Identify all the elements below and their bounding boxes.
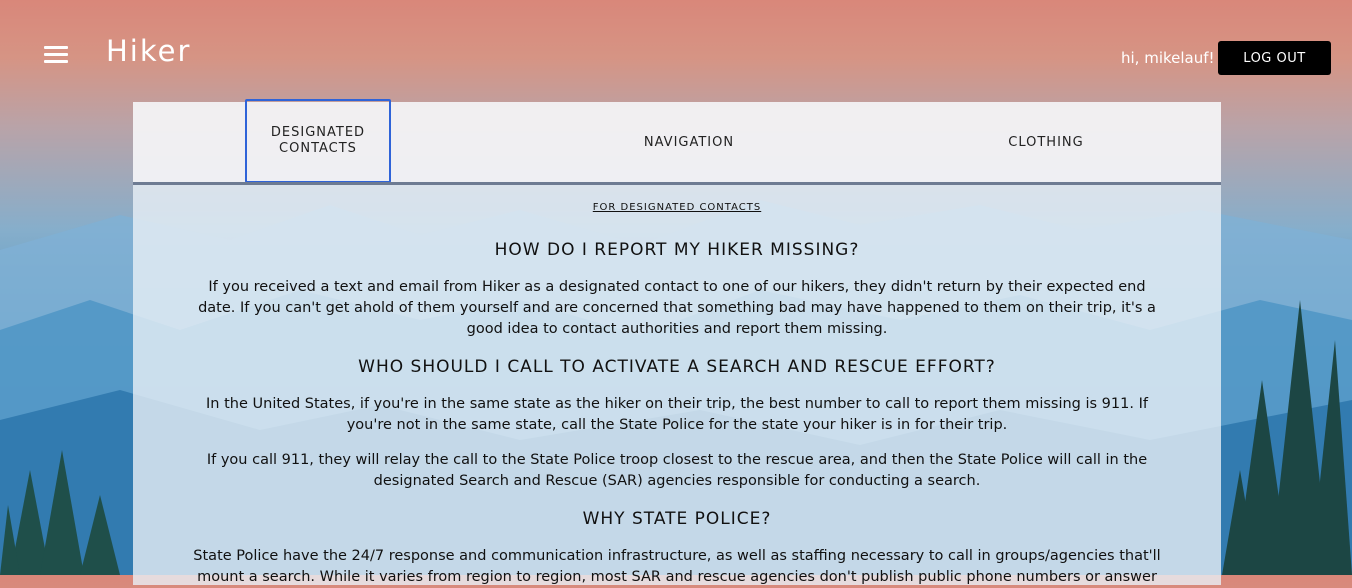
logout-button[interactable]: LOG OUT	[1218, 41, 1331, 75]
content-panel: FOR DESIGNATED CONTACTS HOW DO I REPORT …	[133, 185, 1221, 585]
tab-label: DESIGNATED CONTACTS	[271, 125, 365, 157]
tab-label-line: DESIGNATED	[270, 125, 366, 140]
topic-tabs: DESIGNATED CONTACTS NAVIGATION CLOTHING	[133, 99, 1221, 183]
answer-paragraph: If you received a text and email from Hi…	[198, 279, 1156, 337]
tab-clothing[interactable]: CLOTHING	[953, 102, 1139, 182]
menu-bar	[44, 60, 68, 63]
hamburger-menu-icon[interactable]	[44, 46, 68, 64]
menu-bar	[44, 46, 68, 49]
question-heading: WHY STATE POLICE?	[582, 509, 772, 529]
question-heading: HOW DO I REPORT MY HIKER MISSING?	[494, 240, 860, 260]
user-greeting: hi, mikelauf!	[1121, 49, 1215, 67]
question-heading: WHO SHOULD I CALL TO ACTIVATE A SEARCH A…	[358, 357, 996, 377]
answer-paragraph: In the United States, if you're in the s…	[206, 396, 1148, 433]
answer-paragraph: State Police have the 24/7 response and …	[193, 548, 1161, 585]
answer-paragraph: If you call 911, they will relay the cal…	[206, 452, 1148, 489]
section-link[interactable]: FOR DESIGNATED CONTACTS	[133, 202, 1221, 213]
tab-designated-contacts[interactable]: DESIGNATED CONTACTS	[245, 99, 391, 183]
tab-navigation[interactable]: NAVIGATION	[593, 102, 785, 182]
brand-logo[interactable]: Hiker	[106, 34, 191, 68]
menu-bar	[44, 53, 68, 56]
tab-label-line: CONTACTS	[279, 141, 357, 156]
